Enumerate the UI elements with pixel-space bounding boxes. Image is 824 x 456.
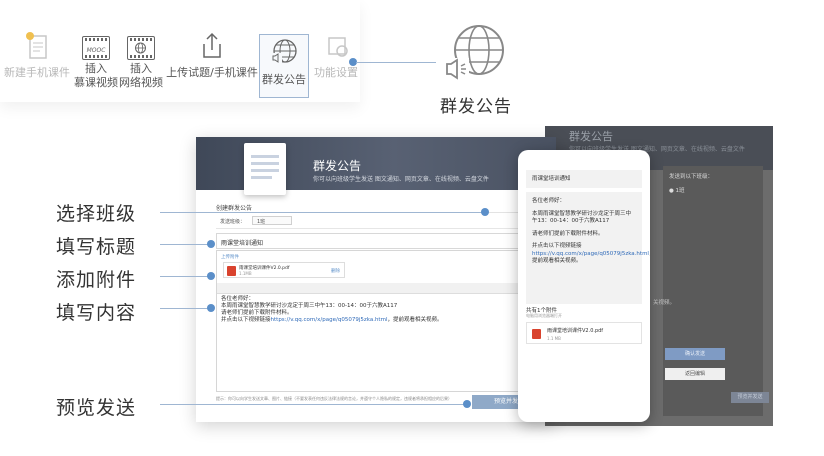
dimmed-snippet: 关视频。 <box>653 300 676 306</box>
editor-header: 群发公告 你可以向班级学生发送 图文通知、网页文章、在线视频、云盘文件 <box>196 137 556 195</box>
courseware-toolbar: 新建手机课件 MOOC 插入 慕课视频 插入 网络视频 上传试题/手机课件 群发… <box>0 0 360 102</box>
editor-form: 创建群发公告 发送班级： 1班 雨课堂培训通知 <box>216 203 538 249</box>
phone-paragraph: 请老师们提前下载附件材料。 <box>532 230 604 237</box>
attachment-size: 1.1MB <box>239 271 252 276</box>
rich-text-toolbar[interactable] <box>217 283 537 294</box>
pdf-icon <box>227 266 236 276</box>
upload-icon <box>203 32 221 58</box>
phone-video-link[interactable]: https://v.qq.com/x/page/q05079j5zka.html <box>532 251 649 257</box>
connector-line <box>160 404 466 405</box>
connector-line <box>160 276 210 277</box>
phone-attach-sub: 电脑用浏览器端打开 <box>526 313 562 318</box>
step-add-attachment: 添加附件 <box>56 269 137 291</box>
title-input-value: 雨课堂培训通知 <box>221 240 264 247</box>
web-video-icon <box>127 36 155 60</box>
phone-paragraph: 本周雨课堂智慧教学研讨沙龙定于周三中午13：00-14：00于六教A117 <box>532 210 632 225</box>
phone-title: 雨课堂培训通知 <box>526 170 642 188</box>
insert-mooc-video-button[interactable]: MOOC 插入 慕课视频 <box>74 30 118 90</box>
confirm-send-button[interactable]: 确认发送 <box>665 348 725 360</box>
step-fill-content: 填写内容 <box>56 302 137 324</box>
editor-title: 群发公告 <box>313 159 362 173</box>
connector-line <box>160 212 482 213</box>
toolbar-label-2: 慕课视频 <box>74 76 118 89</box>
footer-note: 提示：你可以向学生发送文章、图片、链接（不要发表任何违反法律法规的言论，并遵守个… <box>216 396 452 401</box>
body-line: 本周雨课堂智慧教学研讨沙龙定于周三中午13：00-14：00于六教A117 <box>221 303 398 309</box>
class-select-value: 1班 <box>257 219 266 225</box>
connector-line <box>160 244 210 245</box>
upload-attachment-link[interactable]: 上传附件 <box>221 254 239 260</box>
phone-preview: 雨课堂培训通知 各位老师好： 本周雨课堂智慧教学研讨沙龙定于周三中午13：00-… <box>518 150 650 422</box>
connector-line <box>356 62 436 63</box>
dimmed-send-button[interactable]: 预览并发送 <box>731 392 769 403</box>
connector-dot <box>207 304 215 312</box>
connector-dot <box>463 400 471 408</box>
pdf-icon <box>532 329 541 339</box>
body-line: 请老师们提前下载附件材料。 <box>221 310 293 316</box>
video-link[interactable]: https://v.qq.com/x/page/q05079j5zka.html <box>271 317 388 323</box>
broadcast-announcement-icon <box>272 39 297 63</box>
insert-web-video-button[interactable]: 插入 网络视频 <box>119 30 163 90</box>
announcement-editor: 群发公告 你可以向班级学生发送 图文通知、网页文章、在线视频、云盘文件 创建群发… <box>196 137 556 422</box>
settings-button[interactable]: 功能设置 <box>312 30 360 80</box>
step-preview-send: 预览发送 <box>56 397 137 419</box>
editor-body-text: 各位老师好： 本周雨课堂智慧教学研讨沙龙定于周三中午13：00-14：00于六教… <box>217 296 537 324</box>
phone-attach-name: 雨课堂培训课件V2.0.pdf <box>547 328 604 334</box>
upload-button[interactable]: 上传试题/手机课件 <box>164 30 260 80</box>
toolbar-label: 群发公告 <box>262 73 306 86</box>
phone-attach-size: 1.1 MB <box>547 336 561 341</box>
phone-content: 各位老师好： 本周雨课堂智慧教学研讨沙龙定于周三中午13：00-14：00于六教… <box>526 192 650 304</box>
mooc-video-icon: MOOC <box>82 36 110 60</box>
new-mobile-courseware-icon <box>26 32 47 59</box>
document-icon <box>244 143 286 195</box>
feature-title: 群发公告 <box>440 97 512 117</box>
editor-subtitle: 你可以向班级学生发送 图文通知、网页文章、在线视频、云盘文件 <box>313 176 489 183</box>
title-input[interactable]: 雨课堂培训通知 <box>216 233 538 249</box>
phone-attachment-item[interactable]: 雨课堂培训课件V2.0.pdf 1.1 MB <box>526 322 642 344</box>
confirm-class-value: ● 1班 <box>669 188 685 194</box>
broadcast-announcement-button[interactable]: 群发公告 <box>259 34 309 98</box>
attachment-item: 雨课堂培训课件V2.0.pdf 1.1MB 删除 <box>223 262 345 278</box>
toolbar-label: 插入 <box>130 62 152 75</box>
back-to-edit-button[interactable]: 返回编辑 <box>665 368 725 380</box>
settings-icon <box>328 37 348 57</box>
globe-megaphone-icon <box>443 25 504 80</box>
toolbar-label: 新建手机课件 <box>4 66 70 79</box>
class-select[interactable]: 1班 <box>252 216 292 225</box>
toolbar-label-2: 网络视频 <box>119 76 163 89</box>
connector-dot <box>207 240 215 248</box>
phone-paragraph-link: 并点击以下视频链接https://v.qq.com/x/page/q05079j… <box>532 243 650 264</box>
body-line: 各位老师好： <box>221 296 255 302</box>
toolbar-label: 功能设置 <box>314 66 358 79</box>
toolbar-label: 上传试题/手机课件 <box>166 66 258 79</box>
dimmed-title: 群发公告 <box>569 130 613 143</box>
connector-line <box>160 308 210 309</box>
connector-dot <box>481 208 489 216</box>
body-line-link: 并点击以下视频链接https://v.qq.com/x/page/q05079j… <box>221 317 443 323</box>
phone-greeting: 各位老师好： <box>532 198 566 204</box>
step-select-class: 选择班级 <box>56 203 137 225</box>
step-fill-title: 填写标题 <box>56 236 137 258</box>
content-editor[interactable]: 上传附件 雨课堂培训课件V2.0.pdf 1.1MB 删除 各位老师好： 本周雨… <box>216 250 538 392</box>
confirm-class-label: 发送到以下班级： <box>669 174 714 180</box>
new-mobile-courseware-button[interactable]: 新建手机课件 <box>2 30 72 80</box>
class-label: 发送班级： <box>220 219 246 225</box>
delete-attachment-link[interactable]: 删除 <box>331 268 340 274</box>
class-row: 发送班级： 1班 <box>216 213 538 229</box>
toolbar-label: 插入 <box>85 62 107 75</box>
connector-dot <box>207 272 215 280</box>
